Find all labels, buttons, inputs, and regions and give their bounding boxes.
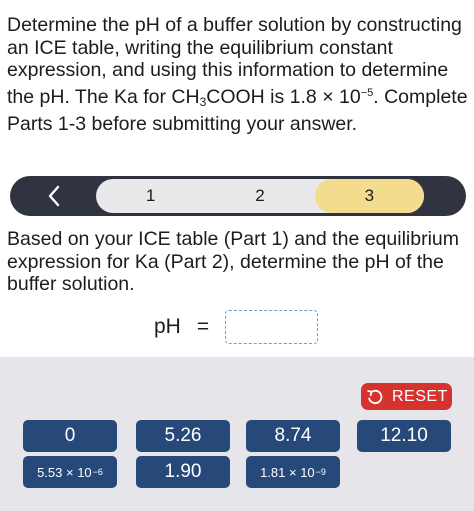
key-1-81e-9-base: 1.81 × 10 [260, 464, 315, 480]
undo-icon [367, 389, 383, 404]
part-tabs: 1 2 3 [96, 179, 424, 213]
key-1-90[interactable]: 1.90 [136, 456, 230, 488]
part-question-text: Based on your ICE table (Part 1) and the… [7, 228, 459, 295]
equals-sign: = [196, 315, 210, 338]
answer-input-box[interactable] [225, 310, 319, 344]
question-text: Determine the pH of a buffer solution by… [7, 14, 469, 136]
key-0[interactable]: 0 [23, 420, 117, 452]
answer-label: pH [154, 315, 181, 338]
key-5-26[interactable]: 5.26 [136, 420, 230, 452]
key-1-81e-9[interactable]: 1.81 × 10 −9 [246, 456, 340, 488]
tab-part-2[interactable]: 2 [205, 179, 314, 213]
key-1-81e-9-exp: −9 [315, 467, 326, 477]
tab-part-3[interactable]: 3 [314, 179, 424, 213]
key-5-53e-6-base: 5.53 × 10 [37, 464, 92, 480]
question-line-2: COOH is 1.8 × [206, 85, 334, 108]
key-8-74[interactable]: 8.74 [246, 420, 340, 452]
reset-label: RESET [392, 387, 448, 405]
key-5-53e-6-exp: −6 [92, 467, 103, 477]
tab-part-1[interactable]: 1 [96, 179, 205, 213]
reset-button[interactable]: RESET [361, 383, 452, 410]
answer-row: pH = [154, 309, 319, 345]
key-5-53e-6[interactable]: 5.53 × 10 −6 [23, 456, 117, 488]
part-stepper: 1 2 3 [10, 176, 466, 216]
question-exponent-base: 10 [339, 85, 361, 108]
back-button[interactable] [26, 176, 82, 216]
chevron-left-icon [48, 185, 60, 207]
key-12-10[interactable]: 12.10 [357, 420, 451, 452]
question-exponent: −5 [360, 86, 374, 99]
